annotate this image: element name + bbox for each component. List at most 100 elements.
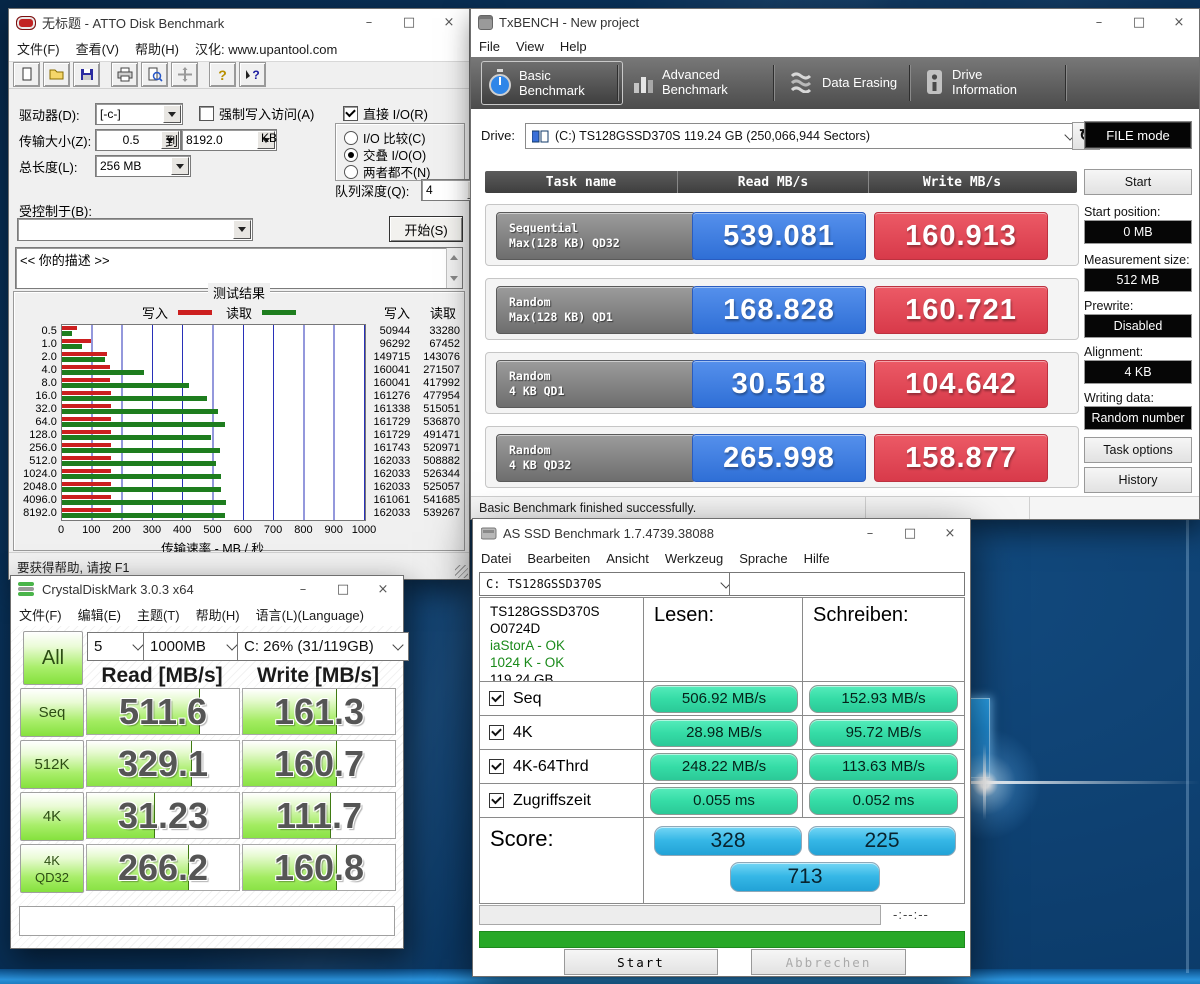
test-checkbox[interactable] [489,725,504,740]
dropdown-arrow-icon[interactable] [233,220,251,239]
task-name-button[interactable]: RandomMax(128 KB) QD1 [496,286,696,334]
minimize-button[interactable]: – [850,519,890,547]
all-button[interactable]: All [23,631,83,685]
tab-drive-information[interactable]: DriveInformation [919,61,1071,103]
context-help-icon[interactable]: ? [239,62,266,87]
open-file-icon[interactable] [43,62,70,87]
test-type-label: 4K [44,852,60,869]
column-write-header: 写入 [384,303,410,322]
description-scrollbar[interactable] [446,248,462,288]
scroll-up-icon[interactable] [450,251,458,260]
drive-select[interactable]: C: TS128GSSD370S [479,572,737,596]
secondary-field[interactable] [729,572,965,596]
target-drive-select[interactable]: C: 26% (31/119GB) [237,632,409,661]
minimize-button[interactable]: – [349,9,389,36]
menu-item-localization[interactable]: 汉化: www.upantool.com [187,37,345,60]
measurement-size-label: Measurement size: [1084,253,1190,267]
bar-cell [61,441,363,454]
dropdown-arrow-icon[interactable] [163,105,181,123]
pan-icon[interactable] [171,62,198,87]
print-preview-icon[interactable] [141,62,168,87]
test-label: Seq [513,690,541,708]
close-button[interactable]: × [429,9,469,36]
force-write-checkbox[interactable] [199,106,214,121]
menu-item-sprache[interactable]: Sprache [731,549,795,568]
task-name-button[interactable]: Random4 KB QD1 [496,360,696,408]
test-type-button[interactable]: 4K [20,792,84,841]
scroll-down-icon[interactable] [450,276,458,285]
task-name-button[interactable]: SequentialMax(128 KB) QD32 [496,212,696,260]
tab-basic-benchmark[interactable]: BasicBenchmark [481,61,623,105]
menu-item-file[interactable]: File [471,37,508,56]
maximize-button[interactable]: □ [323,576,363,602]
menu-item-bearbeiten[interactable]: Bearbeiten [519,549,598,568]
neither-radio[interactable] [344,165,358,179]
tab-advanced-benchmark[interactable]: AdvancedBenchmark [627,61,779,103]
close-button[interactable]: × [1159,9,1199,35]
drive-select[interactable]: [-c-] [95,103,183,125]
minimize-button[interactable]: – [1079,9,1119,35]
test-type-label: 512K [34,756,69,773]
results-groupbox: 测试结果 写入 读取 写入 读取 0.550944332801.09629267… [13,291,465,551]
test-checkbox[interactable] [489,691,504,706]
menu-item-ansicht[interactable]: Ansicht [598,549,657,568]
tab-data-erasing[interactable]: Data Erasing [783,61,915,103]
test-type-button[interactable]: 512K [20,740,84,789]
menu-item-edit[interactable]: 编辑(E) [70,603,129,626]
save-file-icon[interactable] [73,62,100,87]
maximize-button[interactable]: □ [1119,9,1159,35]
close-button[interactable]: × [363,576,403,602]
total-length-select[interactable]: 256 MB [95,155,191,177]
menu-item-view[interactable]: 查看(V) [68,37,127,60]
maximize-button[interactable]: □ [389,9,429,36]
history-button[interactable]: History [1084,467,1192,493]
asssd-titlebar[interactable]: AS SSD Benchmark 1.7.4739.38088 – □ × [473,519,970,547]
close-button[interactable]: × [930,519,970,547]
menu-item-theme[interactable]: 主题(T) [129,603,188,626]
test-type-button[interactable]: 4KQD32 [20,844,84,893]
cdm-titlebar[interactable]: CrystalDiskMark 3.0.3 x64 – □ × [11,576,403,602]
write-value-tile: 104.642 [874,360,1048,408]
resize-grip[interactable] [455,565,468,578]
menu-item-datei[interactable]: Datei [473,549,519,568]
menu-item-view[interactable]: View [508,37,552,56]
menu-item-file[interactable]: 文件(F) [9,37,68,60]
test-checkbox[interactable] [489,759,504,774]
txbench-titlebar[interactable]: TxBENCH - New project – □ × [471,9,1199,35]
minimize-button[interactable]: – [283,576,323,602]
task-name-button[interactable]: Random4 KB QD32 [496,434,696,482]
menu-item-help[interactable]: 帮助(H) [188,603,248,626]
help-icon[interactable]: ? [209,62,236,87]
block-size-label: 32.0 [18,403,57,415]
atto-titlebar[interactable]: 无标题 - ATTO Disk Benchmark – □ × [9,9,469,36]
cancel-button[interactable]: Abbrechen [751,949,906,975]
menu-item-help[interactable]: 帮助(H) [127,37,187,60]
dropdown-arrow-icon[interactable] [171,157,189,175]
start-button[interactable]: Start [564,949,718,975]
test-count-select[interactable]: 5 [87,632,149,661]
new-file-icon[interactable] [13,62,40,87]
direct-io-row: 直接 I/O(R) [343,104,428,123]
maximize-button[interactable]: □ [890,519,930,547]
menu-item-file[interactable]: 文件(F) [11,603,70,626]
test-checkbox[interactable] [489,793,504,808]
task-options-button[interactable]: Task options [1084,437,1192,463]
start-button[interactable]: 开始(S) [389,216,463,242]
comment-box[interactable] [19,906,395,936]
overlapped-io-radio[interactable] [344,148,358,162]
menu-item-hilfe[interactable]: Hilfe [796,549,838,568]
test-size-select[interactable]: 1000MB [143,632,243,661]
start-button[interactable]: Start [1084,169,1192,195]
file-mode-button[interactable]: FILE mode [1084,121,1192,149]
print-icon[interactable] [111,62,138,87]
test-label-cell: 4K [479,715,646,750]
test-type-button[interactable]: Seq [20,688,84,737]
read-value: 536870 [410,416,462,428]
drive-select[interactable]: (C:) TS128GSSD370S 119.24 GB (250,066,94… [525,123,1081,149]
io-compare-radio[interactable] [344,131,358,145]
direct-io-checkbox[interactable] [343,106,358,121]
menu-item-language[interactable]: 语言(L)(Language) [248,603,372,626]
controlled-by-select[interactable] [17,218,253,241]
menu-item-werkzeug[interactable]: Werkzeug [657,549,731,568]
menu-item-help[interactable]: Help [552,37,595,56]
